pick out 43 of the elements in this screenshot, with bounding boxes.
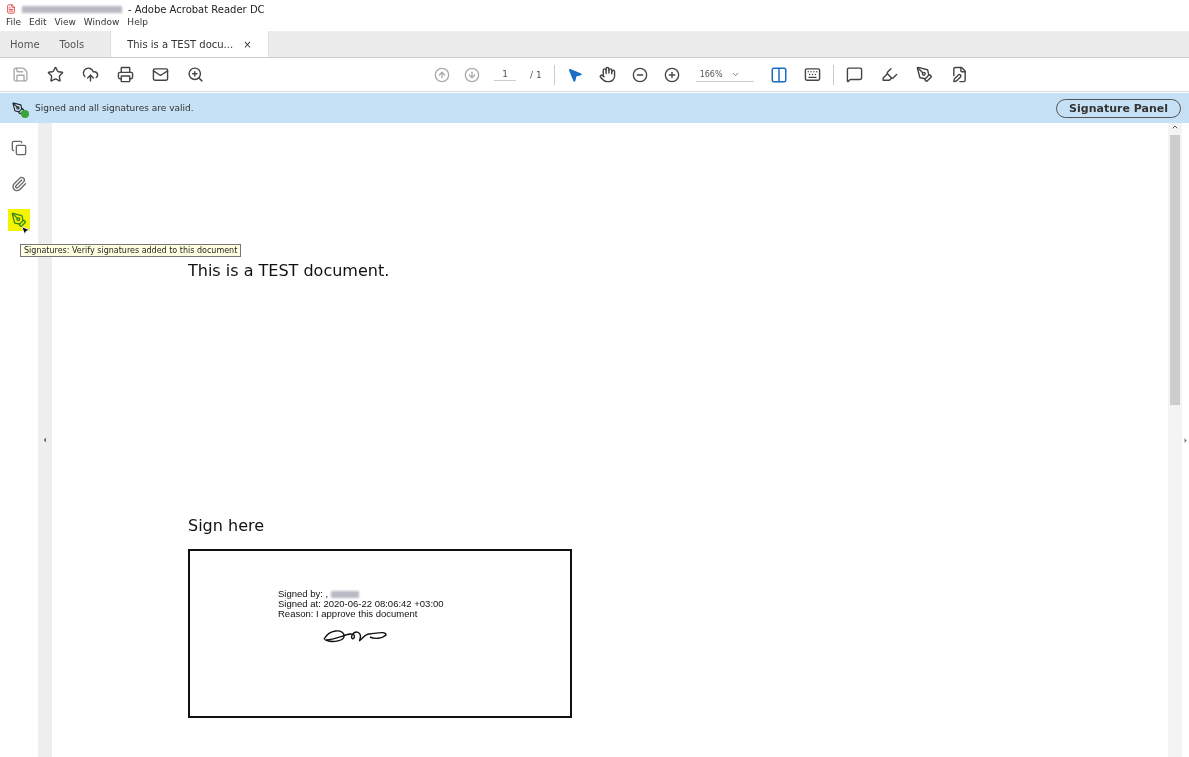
highlighter-icon[interactable]: [880, 66, 898, 83]
keyboard-icon[interactable]: [803, 66, 821, 83]
menu-item[interactable]: Help: [127, 17, 148, 27]
signature-line: Signed at: 2020-06-22 08:06:42 +03:00: [278, 599, 444, 609]
file-edit-icon[interactable]: [950, 66, 968, 83]
page-number-field[interactable]: 1: [494, 68, 516, 81]
tab[interactable]: This is a TEST docu... ×: [110, 31, 269, 57]
hand-icon[interactable]: [598, 66, 616, 83]
zoom-out-icon[interactable]: [631, 66, 648, 83]
pen-icon[interactable]: [915, 66, 933, 83]
document-heading: This is a TEST document.: [188, 261, 391, 280]
signature-status-message: Signed and all signatures are valid.: [35, 103, 195, 113]
sign-label: Sign here: [188, 516, 266, 535]
signatures-icon[interactable]: [8, 209, 30, 231]
signature-line: Reason: I approve this document: [278, 609, 418, 619]
cloud-upload-icon[interactable]: [82, 66, 99, 83]
comment-icon[interactable]: [845, 66, 863, 83]
zoom-in-icon[interactable]: [663, 66, 680, 83]
page-total: / 1: [530, 69, 542, 80]
menu-item[interactable]: Window: [83, 17, 120, 27]
collapse-icon[interactable]: [41, 436, 49, 444]
window-title: - Adobe Acrobat Reader DC: [128, 3, 265, 15]
zoom-dropdown[interactable]: 166%: [695, 67, 754, 82]
signature-line: Signed by: ,: [278, 589, 329, 599]
search-icon[interactable]: [187, 66, 204, 83]
app-icon: [6, 4, 16, 14]
scrollbar-thumb[interactable]: [1170, 135, 1180, 405]
printer-icon[interactable]: [117, 66, 134, 83]
tab[interactable]: Tools: [49, 31, 95, 57]
tooltip: Signatures: Verify signatures added to this document: [20, 244, 242, 257]
mail-icon[interactable]: [152, 66, 169, 83]
mouse-cursor-icon: [20, 225, 31, 236]
scroll-up-icon[interactable]: [1171, 123, 1179, 131]
menu-item[interactable]: Edit: [29, 17, 47, 27]
expand-icon[interactable]: [1182, 436, 1189, 444]
star-icon[interactable]: [47, 66, 64, 83]
page-fit-icon[interactable]: [769, 65, 788, 84]
redacted-name: [331, 590, 360, 598]
menu-item[interactable]: View: [54, 17, 76, 27]
close-tab-button[interactable]: ×: [243, 38, 252, 50]
menu-item[interactable]: File: [6, 17, 22, 27]
tab[interactable]: Home: [0, 31, 50, 57]
pointer-icon[interactable]: [566, 66, 583, 83]
